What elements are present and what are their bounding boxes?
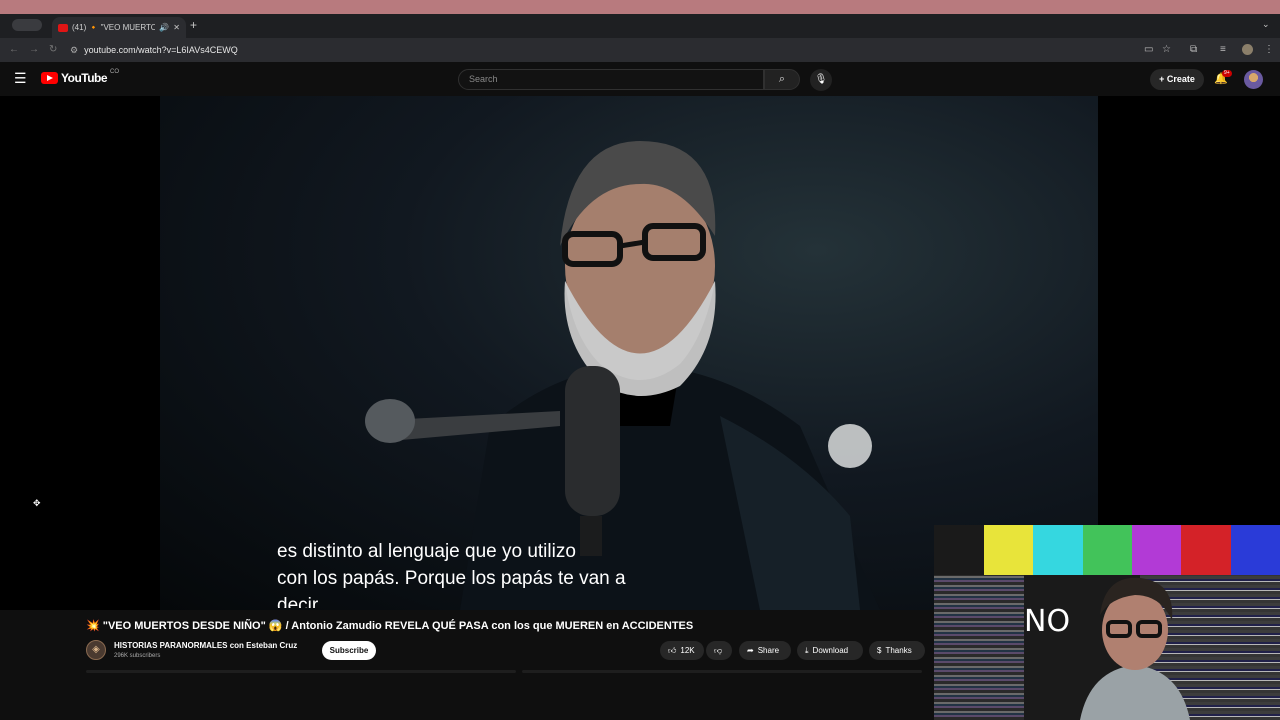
color-bar — [1230, 525, 1280, 575]
site-settings-icon[interactable]: ⚙ — [70, 45, 78, 56]
browser-profile-avatar[interactable] — [1242, 44, 1253, 55]
video-subtitle: es distinto al lenguaje que yo utilizo c… — [277, 541, 626, 608]
extensions-icon[interactable]: ⧉ — [1190, 44, 1197, 55]
dislike-button[interactable]: 👎︎ — [706, 641, 732, 660]
youtube-favicon-icon — [58, 23, 68, 32]
thanks-label: Thanks — [885, 646, 912, 655]
logo-country-code: CO — [110, 69, 120, 75]
browser-toolbar: ← → ↻ ⚙ youtube.com/watch?v=L6IAVs4CEWQ … — [0, 38, 1280, 62]
notification-badge: 9+ — [1222, 70, 1232, 77]
channel-name[interactable]: HISTORIAS PARANORMALES con Esteban Cruz — [114, 641, 297, 650]
bookmark-star-icon[interactable]: ☆ — [1162, 44, 1171, 55]
back-arrow-icon[interactable]: ← — [9, 44, 19, 55]
hamburger-icon[interactable]: ☰ — [14, 71, 27, 85]
video-title: 💥 "VEO MUERTOS DESDE NIÑO" 😱 / Antonio Z… — [86, 620, 694, 632]
macos-menubar — [0, 0, 1280, 14]
download-label: Download — [812, 646, 849, 655]
active-tab[interactable]: (41) 🔸 "VEO MUERTOS D 🔊 ✕ — [52, 17, 186, 38]
subscriber-count: 296K subscribers — [114, 653, 161, 659]
search-input[interactable]: Search — [458, 69, 764, 90]
account-avatar[interactable] — [1244, 70, 1263, 89]
jacket-patch — [828, 424, 872, 468]
like-button[interactable]: 👍︎ 12K — [660, 641, 704, 660]
reading-list-icon[interactable]: ≡ — [1220, 44, 1226, 55]
thumbs-up-icon: 👍︎ — [668, 646, 677, 655]
download-icon: ⤓ — [805, 646, 809, 655]
youtube-play-icon — [41, 72, 58, 84]
search-button[interactable]: ⌕ — [764, 69, 800, 90]
share-label: Share — [757, 646, 780, 655]
webcam-person — [1080, 577, 1190, 720]
subscribe-button[interactable]: Subscribe — [322, 641, 376, 660]
plus-icon: + — [1159, 74, 1167, 84]
url-text: youtube.com/watch?v=L6IAVs4CEWQ — [84, 45, 238, 55]
voice-search-button[interactable]: 🎙 — [810, 69, 832, 91]
youtube-header: ☰ YouTube CO Search ⌕ 🎙 + Create 🔔 9+ — [0, 62, 1280, 96]
tab-title: (41) 🔸 "VEO MUERTOS D — [72, 23, 156, 32]
search-icon: ⌕ — [778, 73, 786, 85]
description-scrollbar[interactable] — [86, 670, 516, 673]
address-bar[interactable]: ⚙ youtube.com/watch?v=L6IAVs4CEWQ — [70, 41, 1160, 59]
static-noise-left — [934, 575, 1024, 720]
close-tab-icon[interactable]: ✕ — [173, 23, 180, 32]
cast-icon[interactable]: ▭ — [1144, 44, 1153, 55]
thumbs-down-icon: 👎︎ — [714, 646, 723, 655]
speaker-icon[interactable]: 🔊 — [159, 23, 169, 32]
microphone-body — [565, 366, 620, 516]
new-tab-button[interactable]: + — [190, 18, 197, 32]
forward-arrow-icon[interactable]: → — [29, 44, 39, 55]
browser-tabstrip: (41) 🔸 "VEO MUERTOS D 🔊 ✕ + ⌄ — [0, 14, 1280, 38]
color-bar — [984, 525, 1034, 575]
create-label: Create — [1166, 74, 1195, 84]
webcam-overlay-text: NO — [1024, 604, 1071, 639]
browser-menu-icon[interactable]: ⋮ — [1264, 44, 1274, 55]
tab-search-chevron-icon[interactable]: ⌄ — [1262, 19, 1270, 30]
mouse-cursor-icon: ✥ — [33, 498, 41, 508]
channel-avatar[interactable]: ◈ — [86, 640, 106, 660]
thanks-button[interactable]: $ Thanks — [869, 641, 925, 660]
color-bar — [1033, 525, 1083, 575]
download-button[interactable]: ⤓ Download — [797, 641, 863, 660]
pinned-tab[interactable] — [12, 19, 42, 31]
comments-scrollbar[interactable] — [522, 670, 922, 673]
microphone-arm-joint — [365, 399, 415, 443]
create-button[interactable]: + Create — [1150, 69, 1204, 90]
share-icon: ➦ — [747, 646, 754, 655]
share-button[interactable]: ➦ Share — [739, 641, 791, 660]
thanks-icon: $ — [877, 646, 882, 655]
reload-icon[interactable]: ↻ — [49, 44, 57, 55]
logo-text: YouTube — [61, 71, 108, 85]
mic-icon: 🎙 — [814, 74, 828, 85]
youtube-logo[interactable]: YouTube CO — [41, 69, 120, 85]
like-count: 12K — [680, 646, 695, 655]
